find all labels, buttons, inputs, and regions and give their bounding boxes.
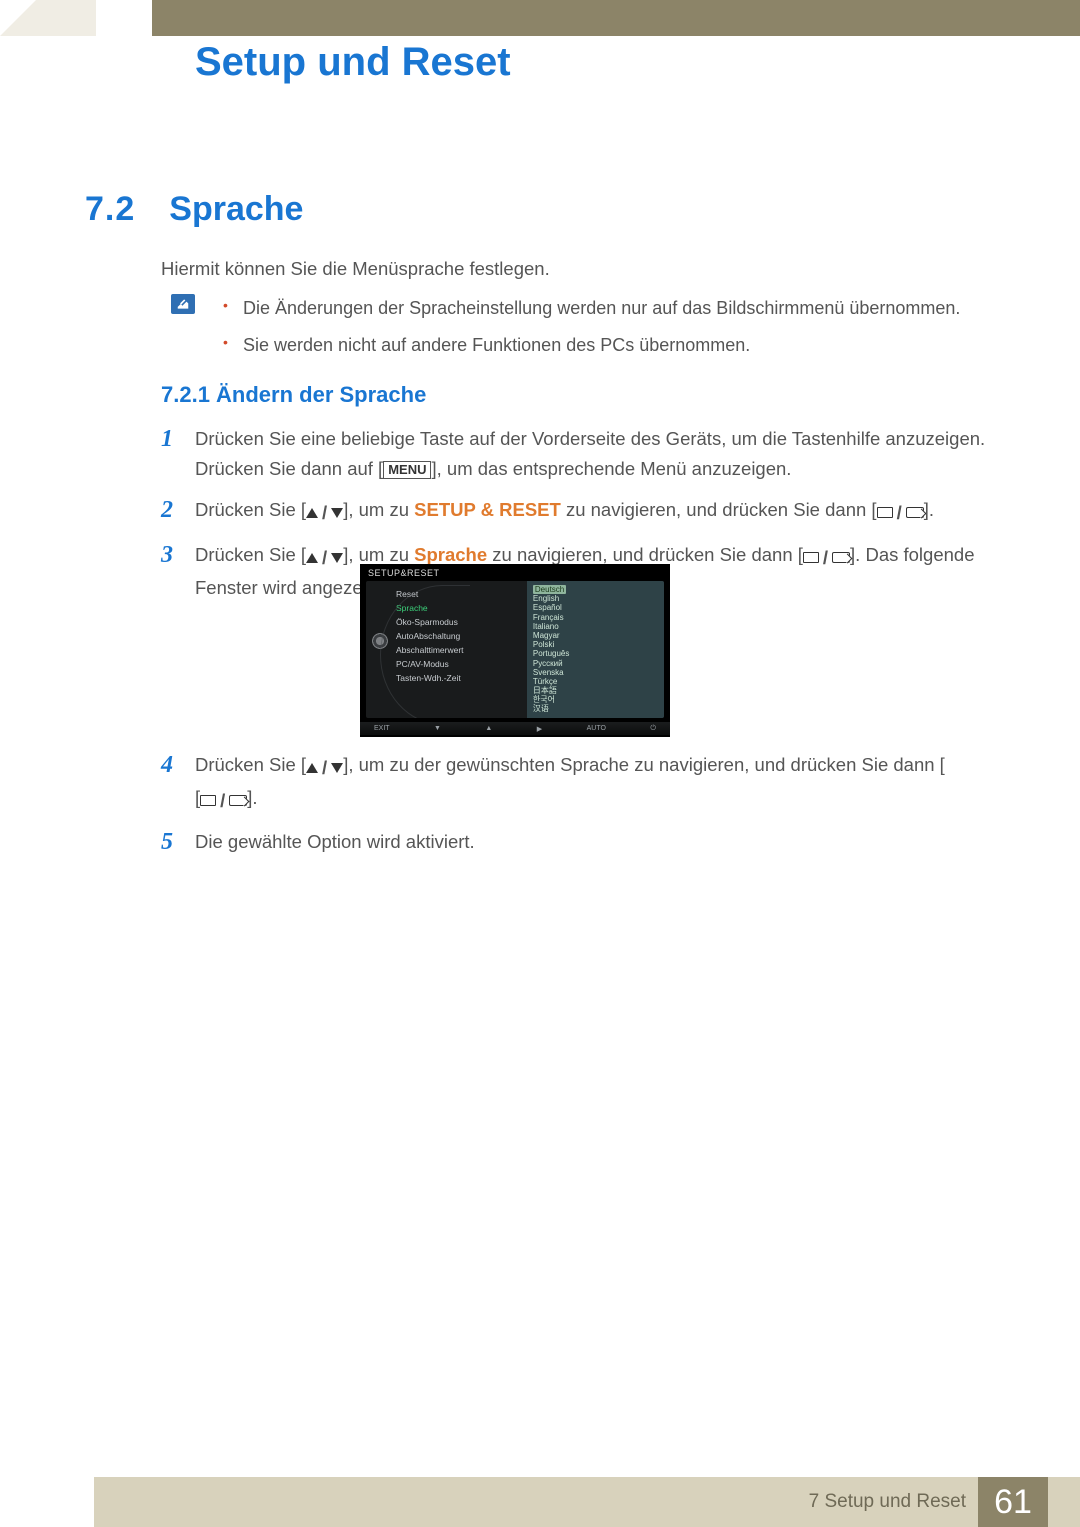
osd-footer-exit: EXIT bbox=[370, 725, 394, 732]
osd-lang-item: Italiano bbox=[533, 622, 658, 631]
note-icon bbox=[171, 294, 195, 314]
note-item: Die Änderungen der Spracheinstellung wer… bbox=[223, 296, 990, 321]
osd-language-list: Deutsch English Español Français Italian… bbox=[527, 581, 664, 718]
osd-menu-item: Abschalttimerwert bbox=[396, 643, 519, 657]
step-number: 5 bbox=[161, 823, 173, 861]
osd-lang-selected: Deutsch bbox=[533, 585, 566, 594]
osd-menu-item: Öko-Sparmodus bbox=[396, 615, 519, 629]
keyword-setup-reset: SETUP & RESET bbox=[414, 499, 561, 520]
osd-lang-item: 日本語 bbox=[533, 686, 658, 695]
step-item: 4 Drücken Sie [/], um zu der gewünschten… bbox=[161, 750, 990, 815]
step-number: 1 bbox=[161, 420, 173, 458]
note-item: Sie werden nicht auf andere Funktionen d… bbox=[223, 333, 990, 358]
osd-footer-auto: AUTO bbox=[583, 725, 610, 732]
osd-menu-item: AutoAbschaltung bbox=[396, 629, 519, 643]
step-number: 4 bbox=[161, 746, 173, 784]
note-list: Die Änderungen der Spracheinstellung wer… bbox=[223, 296, 990, 358]
osd-lang-item: English bbox=[533, 594, 658, 603]
header-bar bbox=[0, 0, 1080, 36]
osd-menu: Reset Sprache Öko-Sparmodus AutoAbschalt… bbox=[366, 581, 527, 718]
chapter-title: Setup und Reset bbox=[195, 40, 511, 85]
up-icon: ▲ bbox=[481, 725, 496, 732]
right-icon: ▶ bbox=[533, 725, 546, 733]
keyword-sprache: Sprache bbox=[414, 544, 487, 565]
up-down-icon: / bbox=[306, 498, 343, 528]
osd-menu-item: PC/AV-Modus bbox=[396, 657, 519, 671]
osd-lang-item: Magyar bbox=[533, 631, 658, 640]
menu-key-label: MENU bbox=[383, 461, 431, 479]
osd-lang-item: Polski bbox=[533, 640, 658, 649]
page-number: 61 bbox=[978, 1477, 1048, 1527]
osd-menu-item: Tasten-Wdh.-Zeit bbox=[396, 671, 519, 685]
osd-footer: EXIT ▼ ▲ ▶ AUTO ⏻ bbox=[360, 722, 670, 735]
osd-lang-item: Português bbox=[533, 649, 658, 658]
osd-menu-item-active: Sprache bbox=[396, 601, 519, 615]
source-enter-icon: / bbox=[877, 498, 924, 528]
osd-lang-item: 汉语 bbox=[533, 704, 658, 713]
step-number: 3 bbox=[161, 536, 173, 574]
power-icon: ⏻ bbox=[646, 725, 660, 733]
page-footer: 7 Setup und Reset 61 bbox=[94, 1477, 1080, 1527]
osd-menu-item: Reset bbox=[396, 587, 519, 601]
step-item: 1 Drücken Sie eine beliebige Taste auf d… bbox=[161, 424, 990, 483]
osd-screenshot: SETUP&RESET Reset Sprache Öko-Sparmodus … bbox=[360, 564, 670, 737]
footer-chapter-ref: 7 Setup und Reset bbox=[809, 1491, 966, 1513]
gear-icon bbox=[372, 633, 388, 649]
osd-lang-item: Français bbox=[533, 613, 658, 622]
section-number: 7.2 bbox=[85, 190, 135, 229]
step-item: 5 Die gewählte Option wird aktiviert. bbox=[161, 827, 990, 857]
chapter-tab bbox=[96, 0, 152, 56]
source-enter-icon: / bbox=[200, 786, 247, 816]
subsection-title: 7.2.1 Ändern der Sprache bbox=[161, 382, 426, 408]
up-down-icon: / bbox=[306, 753, 343, 783]
osd-lang-item: 한국어 bbox=[533, 695, 658, 704]
section-intro: Hiermit können Sie die Menüsprache festl… bbox=[161, 258, 550, 280]
up-down-icon: / bbox=[306, 543, 343, 573]
osd-lang-item: Svenska bbox=[533, 668, 658, 677]
source-enter-icon: / bbox=[803, 543, 850, 573]
down-icon: ▼ bbox=[430, 725, 445, 732]
step-number: 2 bbox=[161, 491, 173, 529]
section-title: Sprache bbox=[169, 190, 303, 229]
osd-lang-item: Español bbox=[533, 603, 658, 612]
osd-title: SETUP&RESET bbox=[360, 564, 670, 581]
osd-lang-item: Türkçe bbox=[533, 677, 658, 686]
page-corner-fold bbox=[0, 0, 96, 36]
osd-lang-item: Русский bbox=[533, 659, 658, 668]
step-item: 2 Drücken Sie [/], um zu SETUP & RESET z… bbox=[161, 495, 990, 528]
